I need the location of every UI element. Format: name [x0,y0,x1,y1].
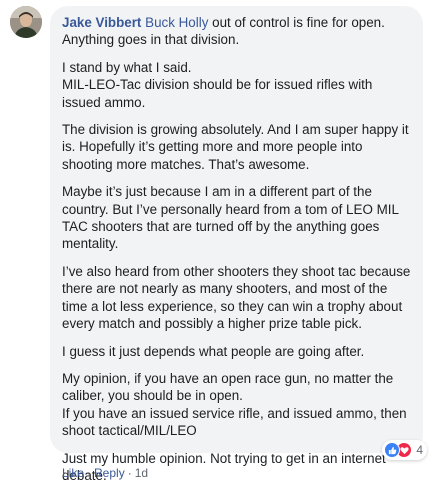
comment-line: there are not nearly as many shooters, a… [62,281,388,297]
mention-tag[interactable]: Buck Holly [145,15,208,30]
comment-line: country. But I’ve personally heard from … [62,201,399,217]
comment-line: Anything goes in that division. [62,32,240,48]
like-link[interactable]: Like [62,466,84,480]
comment-line: MIL-LEO-Tac division should be for issue… [62,77,373,93]
comment-paragraph: Maybe it’s just because I am in a differ… [62,183,411,253]
reply-link[interactable]: Reply [94,466,125,480]
comment-line: caliber, you should be in open. [62,388,243,404]
comment-line: I’ve also heard from other shooters they… [62,263,411,279]
avatar[interactable] [10,6,42,38]
comment-line: every match and possibly a higher prize … [62,316,362,332]
reactions-summary[interactable]: 4 [382,440,427,460]
comment-line: time a lot less experience, so they can … [62,298,403,314]
comment-line: is. Hopefully it’s getting more and more… [62,139,363,155]
comment-line: shooting more matches. That’s awesome. [62,156,310,172]
comment-line: Jake Vibbert Buck Holly out of control i… [62,14,411,31]
comment-line: shoot tactical/MIL/LEO [62,423,197,439]
author-name[interactable]: Jake Vibbert [62,15,141,30]
comment-paragraph: My opinion, if you have an open race gun… [62,370,411,440]
comment-line: My opinion, if you have an open race gun… [62,370,394,386]
comment-line: issued ammo. [62,94,146,110]
comment-line: I guess it just depends what people are … [62,343,365,359]
comment-line: The division is growing absolutely. And … [62,122,409,138]
comment-timestamp[interactable]: 1d [135,466,148,480]
comment-text: out of control is fine for open. [212,15,385,30]
comment-paragraph: I stand by what I said. MIL-LEO-Tac divi… [62,59,411,111]
comment-line: Maybe it’s just because I am in a differ… [62,184,372,200]
separator: · [127,466,132,480]
avatar-photo [10,6,42,38]
comment-line: If you have an issued service rifle, and… [62,405,407,421]
reaction-count: 4 [416,443,423,457]
comment-line: Just my humble opinion. Not trying to ge… [62,450,386,466]
comment-paragraph: I guess it just depends what people are … [62,343,411,360]
comment-line: I stand by what I said. [62,59,192,75]
comment-paragraph: I’ve also heard from other shooters they… [62,263,411,333]
separator: · [87,466,92,480]
comment-line: mentality. [62,236,119,252]
comment-line: TAC shooters that are turned off by the … [62,219,380,235]
comment-paragraph: Jake Vibbert Buck Holly out of control i… [62,14,411,49]
comment-body: Jake Vibbert Buck Holly out of control i… [62,14,411,484]
comment-bubble: Jake Vibbert Buck Holly out of control i… [50,6,427,483]
comment-paragraph: The division is growing absolutely. And … [62,121,411,173]
comment-actions: Like · Reply · 1d [62,466,148,480]
